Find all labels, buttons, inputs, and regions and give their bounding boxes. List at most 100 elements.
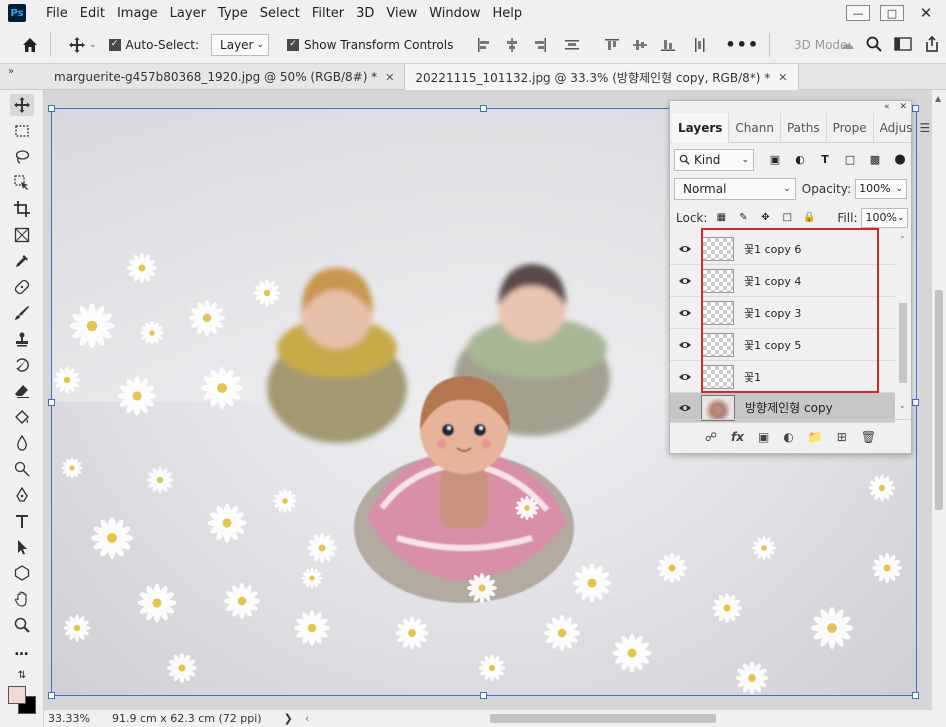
paint-bucket-tool-icon[interactable] — [10, 406, 34, 428]
lock-all-icon[interactable]: 🔒 — [803, 212, 815, 224]
scroll-down-icon[interactable]: ⌄ — [899, 401, 906, 410]
distribute-v-icon[interactable] — [693, 37, 707, 52]
tab-adjustments[interactable]: Adjus — [874, 112, 920, 143]
adjustment-filter-icon[interactable]: ◐ — [793, 153, 807, 167]
collapse-panels-icon[interactable]: » — [0, 64, 44, 90]
mask-icon[interactable]: ▣ — [758, 430, 769, 444]
close-icon[interactable]: ✕ — [385, 71, 394, 84]
3d-orbit-icon[interactable]: ☁ — [840, 37, 854, 53]
restore-icon[interactable]: □ — [880, 5, 904, 21]
distribute-icon[interactable] — [565, 38, 580, 52]
healing-brush-tool-icon[interactable] — [10, 276, 34, 298]
scroll-thumb[interactable] — [935, 290, 943, 510]
more-tools-icon[interactable]: … — [10, 640, 34, 662]
clone-stamp-tool-icon[interactable] — [10, 328, 34, 350]
vertical-scrollbar[interactable]: ▲ — [932, 90, 946, 710]
history-brush-tool-icon[interactable] — [10, 354, 34, 376]
fill-field[interactable]: 100% ⌄ — [861, 207, 909, 228]
tab-document-1[interactable]: marguerite-g457b80368_1920.jpg @ 50% (RG… — [44, 64, 406, 90]
close-icon[interactable]: ✕ — [914, 4, 938, 22]
more-options-button[interactable]: ••• — [725, 35, 759, 54]
search-icon[interactable] — [866, 36, 882, 55]
type-tool-icon[interactable] — [10, 510, 34, 532]
lasso-tool-icon[interactable] — [10, 146, 34, 168]
menu-select[interactable]: Select — [260, 6, 300, 21]
visibility-eye-icon[interactable] — [670, 340, 700, 350]
marquee-tool-icon[interactable] — [10, 120, 34, 142]
hand-tool-icon[interactable] — [10, 588, 34, 610]
layer-list-scrollbar[interactable]: ⌃ ⌄ — [898, 233, 908, 423]
blur-tool-icon[interactable] — [10, 432, 34, 454]
menu-layer[interactable]: Layer — [170, 6, 206, 21]
align-bottom-icon[interactable] — [661, 38, 676, 52]
share-icon[interactable] — [924, 35, 940, 55]
minimize-icon[interactable]: — — [846, 5, 870, 21]
move-tool-icon[interactable] — [10, 94, 34, 116]
tab-paths[interactable]: Paths — [781, 112, 827, 143]
filter-toggle-icon[interactable]: ● — [893, 152, 907, 167]
zoom-tool-icon[interactable] — [10, 614, 34, 636]
scroll-thumb[interactable] — [899, 303, 907, 383]
scroll-thumb[interactable] — [490, 714, 716, 723]
tab-document-2[interactable]: 20221115_101132.jpg @ 33.3% (방향제인형 copy,… — [405, 64, 799, 90]
align-middle-v-icon[interactable] — [633, 38, 648, 52]
menu-filter[interactable]: Filter — [312, 6, 344, 21]
close-icon[interactable]: ✕ — [778, 71, 787, 84]
layer-row[interactable]: 꽃1 — [670, 361, 895, 393]
transform-controls-checkbox[interactable]: ✓ Show Transform Controls — [287, 38, 453, 52]
auto-select-target-dropdown[interactable]: Layer ⌄ — [211, 33, 270, 56]
smart-object-filter-icon[interactable]: ▩ — [868, 153, 882, 167]
lock-position-icon[interactable]: ✥ — [759, 212, 771, 224]
new-layer-icon[interactable]: ⊞ — [837, 430, 847, 444]
swap-colors-icon[interactable]: ⇅ — [10, 664, 34, 686]
zoom-level[interactable]: 33.33% — [44, 712, 94, 725]
layer-row[interactable]: 꽃1 copy 3 — [670, 297, 895, 329]
type-filter-icon[interactable]: T — [818, 153, 832, 167]
pixel-filter-icon[interactable]: ▣ — [768, 153, 782, 167]
visibility-eye-icon[interactable] — [670, 308, 700, 318]
lock-transparent-icon[interactable]: ▦ — [715, 212, 727, 224]
visibility-eye-icon[interactable] — [670, 403, 700, 413]
menu-3d[interactable]: 3D — [356, 6, 374, 21]
tab-channels[interactable]: Chann — [729, 112, 781, 143]
tab-layers[interactable]: Layers — [672, 112, 730, 143]
link-icon[interactable]: ☍ — [705, 430, 717, 444]
crop-tool-icon[interactable] — [10, 198, 34, 220]
frame-tool-icon[interactable] — [10, 224, 34, 246]
align-left-icon[interactable] — [477, 37, 491, 52]
tab-properties[interactable]: Prope — [827, 112, 874, 143]
pen-tool-icon[interactable] — [10, 484, 34, 506]
menu-window[interactable]: Window — [429, 6, 480, 21]
dodge-tool-icon[interactable] — [10, 458, 34, 480]
fx-icon[interactable]: fx — [731, 430, 744, 444]
lock-image-icon[interactable]: ✎ — [737, 212, 749, 224]
kind-filter-dropdown[interactable]: Kind ⌄ — [674, 148, 754, 171]
align-center-h-icon[interactable] — [505, 37, 519, 52]
visibility-eye-icon[interactable] — [670, 244, 700, 254]
layer-row[interactable]: 꽃1 copy 4 — [670, 265, 895, 297]
horizontal-scrollbar[interactable] — [282, 712, 918, 725]
eyedropper-tool-icon[interactable] — [10, 250, 34, 272]
menu-help[interactable]: Help — [493, 6, 523, 21]
menu-type[interactable]: Type — [218, 6, 248, 21]
align-right-icon[interactable] — [533, 37, 547, 52]
menu-image[interactable]: Image — [117, 6, 158, 21]
shape-tool-icon[interactable] — [10, 562, 34, 584]
brush-tool-icon[interactable] — [10, 302, 34, 324]
object-selection-tool-icon[interactable] — [10, 172, 34, 194]
menu-edit[interactable]: Edit — [80, 6, 105, 21]
close-panel-icon[interactable]: ✕ — [899, 102, 907, 112]
scroll-up-icon[interactable]: ⌃ — [899, 235, 906, 244]
menu-view[interactable]: View — [386, 6, 417, 21]
trash-icon[interactable]: 🗑 — [861, 430, 876, 444]
blend-mode-dropdown[interactable]: Normal ⌄ — [674, 177, 796, 200]
move-tool-preset[interactable]: ⌄ — [69, 36, 97, 53]
layer-row[interactable]: 꽃1 copy 6 — [670, 233, 895, 265]
home-icon[interactable] — [20, 35, 40, 55]
path-selection-tool-icon[interactable] — [10, 536, 34, 558]
visibility-eye-icon[interactable] — [670, 276, 700, 286]
layer-row[interactable]: 꽃1 copy 5 — [670, 329, 895, 361]
shape-filter-icon[interactable]: □ — [843, 153, 857, 167]
adjustment-icon[interactable]: ◐ — [783, 430, 793, 444]
lock-artboard-icon[interactable]: □ — [781, 212, 793, 224]
